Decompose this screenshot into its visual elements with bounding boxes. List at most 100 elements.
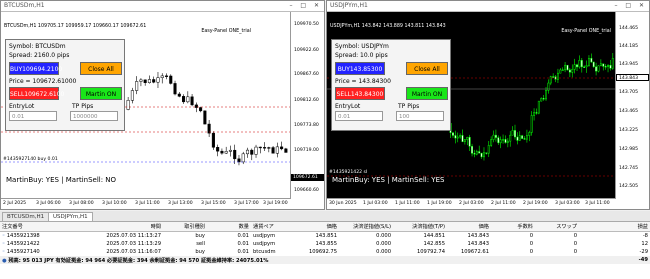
buy-button[interactable]: BUY109694.2100 [9, 62, 62, 75]
bearish-candle [583, 66, 586, 68]
column-header[interactable]: 決済指値(T/P) [393, 222, 447, 232]
column-header[interactable]: 価格 [295, 222, 339, 232]
bearish-candle [258, 146, 262, 149]
price-chart[interactable]: USDJPYm,H1 143.842 143.889 143.811 143.8… [327, 12, 616, 199]
bullish-candle [597, 65, 600, 72]
trade-panel: Symbol: USDJPYm Spread: 10.0 pips BUY143… [331, 39, 451, 131]
bearish-candle [250, 149, 254, 155]
cell: 143.843 [467, 241, 489, 247]
tp-pips-input[interactable]: 1000000 [70, 111, 118, 121]
time-tick: 3 Jul 11:00 [585, 201, 610, 206]
bullish-candle [564, 64, 567, 71]
close-all-button[interactable]: Close All [80, 62, 122, 75]
bearish-candle [521, 135, 524, 139]
bullish-candle [466, 137, 469, 140]
tab-usdjpym[interactable]: USDJPYm,H1 [48, 212, 93, 221]
orders-table: 注文番号 時間 取引種別 数量 通貨ペア 価格 決済逆指値(S/L) 決済指値(… [0, 222, 650, 264]
bullish-candle [483, 152, 485, 158]
time-tick: 2 Jul 11:00 [491, 201, 516, 206]
price-chart[interactable]: BTCUSDm,H1 109705.17 109959.17 109660.17… [1, 12, 291, 199]
column-header[interactable]: 手数料 [491, 222, 535, 232]
column-header[interactable]: 価格 [447, 222, 491, 232]
price-tick: 144.465 [619, 26, 638, 31]
martin-on-button[interactable]: Martin ON [80, 87, 122, 100]
time-tick: 3 Jul 08:00 [69, 201, 94, 206]
bearish-candle [164, 75, 169, 77]
bullish-candle [545, 90, 547, 100]
entry-lot-input[interactable]: 0.01 [335, 111, 383, 121]
usdjpy-chart-window[interactable]: USDJPYm,H1 – □ ✕ USDJPYm,H1 143.842 143.… [326, 0, 650, 210]
spread-label: Spread: 10.0 pips [335, 52, 388, 59]
table-row[interactable]: ◦ 1435921398 2025.07.03 11:13:27 buy 0.0… [0, 232, 650, 241]
column-header[interactable]: 取引種別 [163, 222, 207, 232]
cell: 143.855 [315, 241, 337, 247]
bearish-candle [592, 61, 595, 68]
price-axis[interactable]: 144.465 144.185 143.945 143.843 143.705 … [615, 12, 649, 199]
column-header[interactable]: 注文番号 [0, 222, 99, 232]
price-tick: 142.505 [619, 184, 638, 189]
tp-pips-input[interactable]: 100 [396, 111, 444, 121]
buy-button[interactable]: BUY143.85300 [335, 62, 385, 75]
bearish-candle [233, 149, 237, 160]
bearish-candle [182, 96, 186, 103]
entry-lot-input[interactable]: 0.01 [9, 111, 57, 121]
martin-status: MartinBuy: YES | MartinSell: NO [6, 176, 117, 184]
bullish-candle [561, 69, 564, 71]
bearish-candle [552, 76, 555, 78]
price-tick: 109867.60 [294, 72, 319, 77]
price-axis[interactable]: 109970.50 109922.60 109867.60 109812.60 … [290, 12, 324, 199]
sell-button[interactable]: SELL109672.6100 [9, 87, 64, 100]
price-tick: 109970.50 [294, 22, 319, 27]
tab-btcusdm[interactable]: BTCUSDm,H1 [2, 212, 50, 221]
window-titlebar[interactable]: BTCUSDm,H1 – □ ✕ [1, 1, 324, 12]
bearish-candle [471, 146, 474, 154]
bullish-candle [528, 132, 531, 136]
cell: 109692.75 [308, 249, 337, 255]
order-id-cell: ◦ 1435921422 [2, 241, 40, 247]
bullish-candle [518, 135, 521, 141]
window-titlebar[interactable]: USDJPYm,H1 – □ ✕ [327, 1, 649, 12]
symbol-label: Symbol: BTCUSDm [9, 43, 66, 50]
bearish-candle [494, 134, 497, 138]
time-tick: 3 Jul 11:00 [135, 201, 160, 206]
cell: buy [195, 233, 205, 239]
window-title: BTCUSDm,H1 [4, 2, 45, 9]
bullish-candle [186, 96, 190, 103]
column-header[interactable]: 通貨ペア [251, 222, 295, 232]
time-axis: 30 Jun 2025 1 Jul 03:00 1 Jul 11:00 1 Ju… [327, 198, 616, 209]
time-tick: 3 Jul 13:00 [168, 201, 193, 206]
bearish-candle [566, 64, 569, 71]
column-header[interactable]: 時間 [99, 222, 163, 232]
btcusd-chart-window[interactable]: BTCUSDm,H1 – □ ✕ BTCUSDm,H1 109705.17 10… [0, 0, 325, 210]
bearish-candle [169, 75, 173, 84]
cell: 0 [573, 241, 577, 247]
time-tick: 2 Jul 19:00 [523, 201, 548, 206]
cell: 0 [529, 241, 533, 247]
sell-button[interactable]: SELL143.84300 [335, 87, 385, 100]
order-label: #1435927140 buy 0.01 [3, 157, 58, 162]
bearish-candle [280, 146, 284, 150]
price-tick: 109812.60 [294, 98, 319, 103]
bearish-candle [461, 135, 464, 142]
column-header[interactable]: スワップ [535, 222, 579, 232]
bullish-candle [547, 82, 550, 91]
bullish-candle [224, 151, 228, 154]
window-controls[interactable]: – □ ✕ [289, 1, 322, 11]
current-price-tag: 109672.61 [291, 174, 324, 181]
column-header[interactable]: 損益 [579, 222, 650, 232]
time-tick: 3 Jul 17:00 [234, 201, 259, 206]
column-header[interactable]: 決済逆指値(S/L) [339, 222, 393, 232]
cell: usdjpym [253, 241, 276, 247]
table-row[interactable]: ◦ 1435921422 2025.07.03 11:13:29 sell 0.… [0, 240, 650, 248]
bullish-candle [506, 140, 509, 143]
martin-status: MartinBuy: YES | MartinSell: YES [332, 176, 445, 184]
martin-on-button[interactable]: Martin ON [406, 87, 448, 100]
table-row[interactable]: ◦ 1435927140 2025.07.03 11:16:07 buy 0.0… [0, 248, 650, 256]
time-tick: 3 Jul 19:00 [263, 201, 288, 206]
close-all-button[interactable]: Close All [406, 62, 448, 75]
column-header[interactable]: 数量 [207, 222, 251, 232]
cell: 109672.61 [460, 249, 489, 255]
bearish-candle [504, 139, 507, 143]
window-controls[interactable]: – □ ✕ [614, 1, 647, 11]
bullish-candle [559, 69, 562, 74]
